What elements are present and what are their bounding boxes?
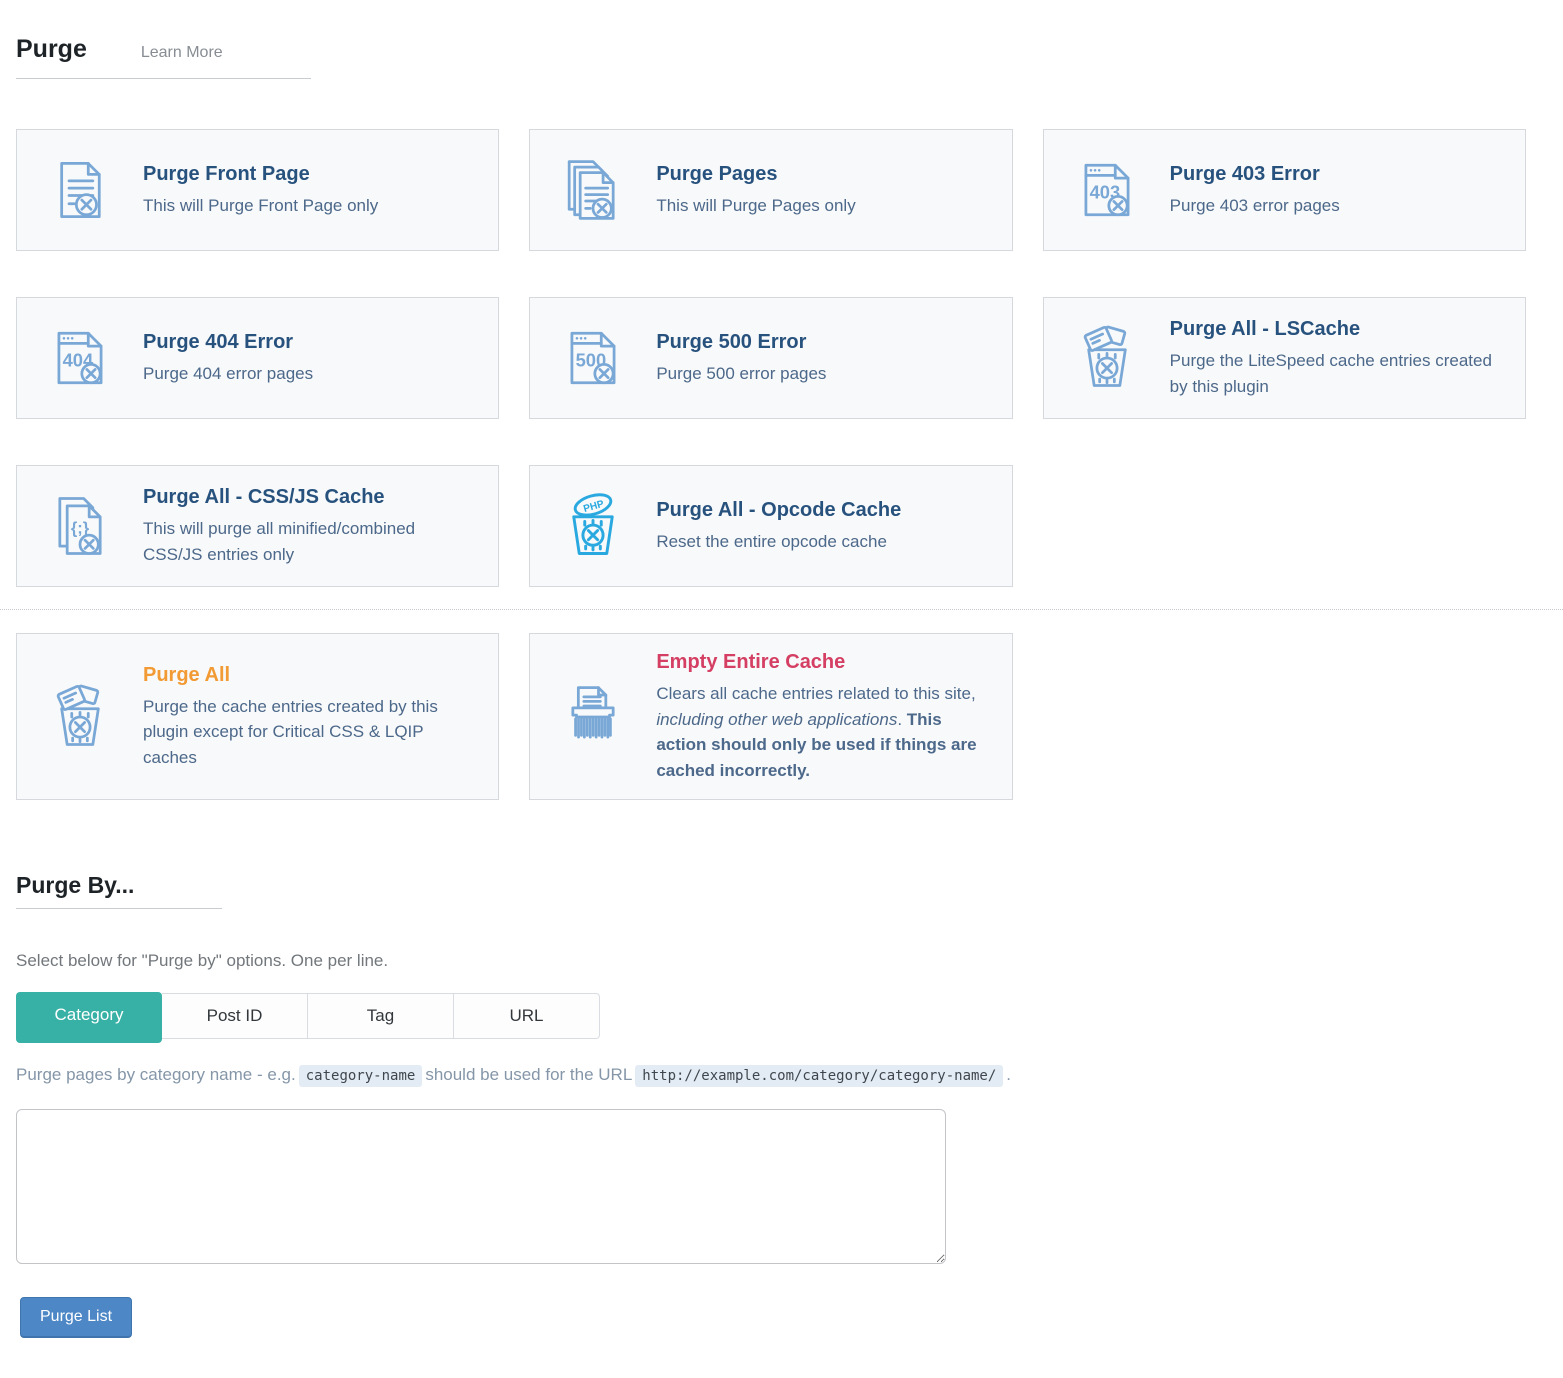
error-403-page-icon: 403 — [1044, 157, 1170, 223]
card-title: Empty Entire Cache — [656, 650, 991, 674]
card-description: This will Purge Front Page only — [143, 193, 478, 219]
card-title: Purge All - Opcode Cache — [656, 498, 991, 522]
error-500-page-icon: 500 — [530, 325, 656, 391]
trash-bin-papers-icon — [1044, 325, 1170, 391]
tab-category[interactable]: Category — [16, 992, 162, 1043]
purge-by-title: Purge By... — [16, 872, 222, 899]
card-description: Clears all cache entries related to this… — [656, 681, 991, 783]
card-description: Purge 500 error pages — [656, 361, 991, 387]
card-title: Purge 500 Error — [656, 330, 991, 354]
tab-url[interactable]: URL — [454, 993, 600, 1039]
card-title: Purge All — [143, 663, 478, 687]
card-title: Purge Front Page — [143, 162, 478, 186]
tab-tag[interactable]: Tag — [308, 993, 454, 1039]
purge-by-header: Purge By... — [16, 872, 222, 909]
card-purge-all-lscache[interactable]: Purge All - LSCache Purge the LiteSpeed … — [1043, 297, 1526, 419]
card-description: Purge the cache entries created by this … — [143, 694, 478, 771]
card-title: Purge Pages — [656, 162, 991, 186]
page-header: Purge Learn More — [16, 35, 311, 79]
card-title: Purge All - LSCache — [1170, 317, 1505, 341]
card-purge-all[interactable]: Purge All Purge the cache entries create… — [16, 633, 499, 800]
card-description: Purge 404 error pages — [143, 361, 478, 387]
purge-by-instruction: Select below for "Purge by" options. One… — [16, 951, 1563, 971]
card-title: Purge 403 Error — [1170, 162, 1505, 186]
front-page-document-icon — [17, 157, 143, 223]
purge-cards-grid: Purge Front Page This will Purge Front P… — [16, 129, 1526, 587]
card-purge-cssjs-cache[interactable]: {;} Purge All - CSS/JS Cache This will p… — [16, 465, 499, 587]
card-description: Reset the entire opcode cache — [656, 529, 991, 555]
card-purge-opcode-cache[interactable]: PHP Purge All - Opcode Cache Reset the e… — [529, 465, 1012, 587]
card-description: This will purge all minified/combined CS… — [143, 516, 478, 567]
warning-cards-grid: Purge All Purge the cache entries create… — [16, 633, 1526, 800]
card-description: Purge the LiteSpeed cache entries create… — [1170, 348, 1505, 399]
card-description: Purge 403 error pages — [1170, 193, 1505, 219]
purge-list-textarea[interactable] — [16, 1109, 946, 1264]
card-empty-entire-cache[interactable]: Empty Entire Cache Clears all cache entr… — [529, 633, 1012, 800]
card-purge-front-page[interactable]: Purge Front Page This will Purge Front P… — [16, 129, 499, 251]
purge-by-helper-text: Purge pages by category name - e.g.categ… — [16, 1065, 1563, 1085]
description-italic-part: including other web applications — [656, 710, 897, 729]
card-purge-500[interactable]: 500 Purge 500 Error Purge 500 error page… — [529, 297, 1012, 419]
pages-stack-icon — [530, 157, 656, 223]
tab-post-id[interactable]: Post ID — [162, 993, 308, 1039]
card-description: This will Purge Pages only — [656, 193, 991, 219]
card-purge-pages[interactable]: Purge Pages This will Purge Pages only — [529, 129, 1012, 251]
purge-by-tabs: Category Post ID Tag URL — [16, 993, 600, 1043]
php-opcode-trash-icon: PHP — [530, 493, 656, 559]
section-divider — [0, 609, 1563, 610]
shredder-icon — [530, 684, 656, 750]
example-url-code-chip: http://example.com/category/category-nam… — [635, 1065, 1003, 1087]
category-name-code-chip: category-name — [299, 1065, 423, 1087]
card-title: Purge All - CSS/JS Cache — [143, 485, 478, 509]
card-title: Purge 404 Error — [143, 330, 478, 354]
page-title: Purge — [16, 35, 87, 64]
learn-more-link[interactable]: Learn More — [141, 44, 223, 62]
card-purge-403[interactable]: 403 Purge 403 Error Purge 403 error page… — [1043, 129, 1526, 251]
error-404-page-icon: 404 — [17, 325, 143, 391]
cssjs-documents-icon: {;} — [17, 493, 143, 559]
card-purge-404[interactable]: 404 Purge 404 Error Purge 404 error page… — [16, 297, 499, 419]
purge-list-button[interactable]: Purge List — [20, 1297, 132, 1338]
trash-bin-papers-icon — [17, 684, 143, 750]
